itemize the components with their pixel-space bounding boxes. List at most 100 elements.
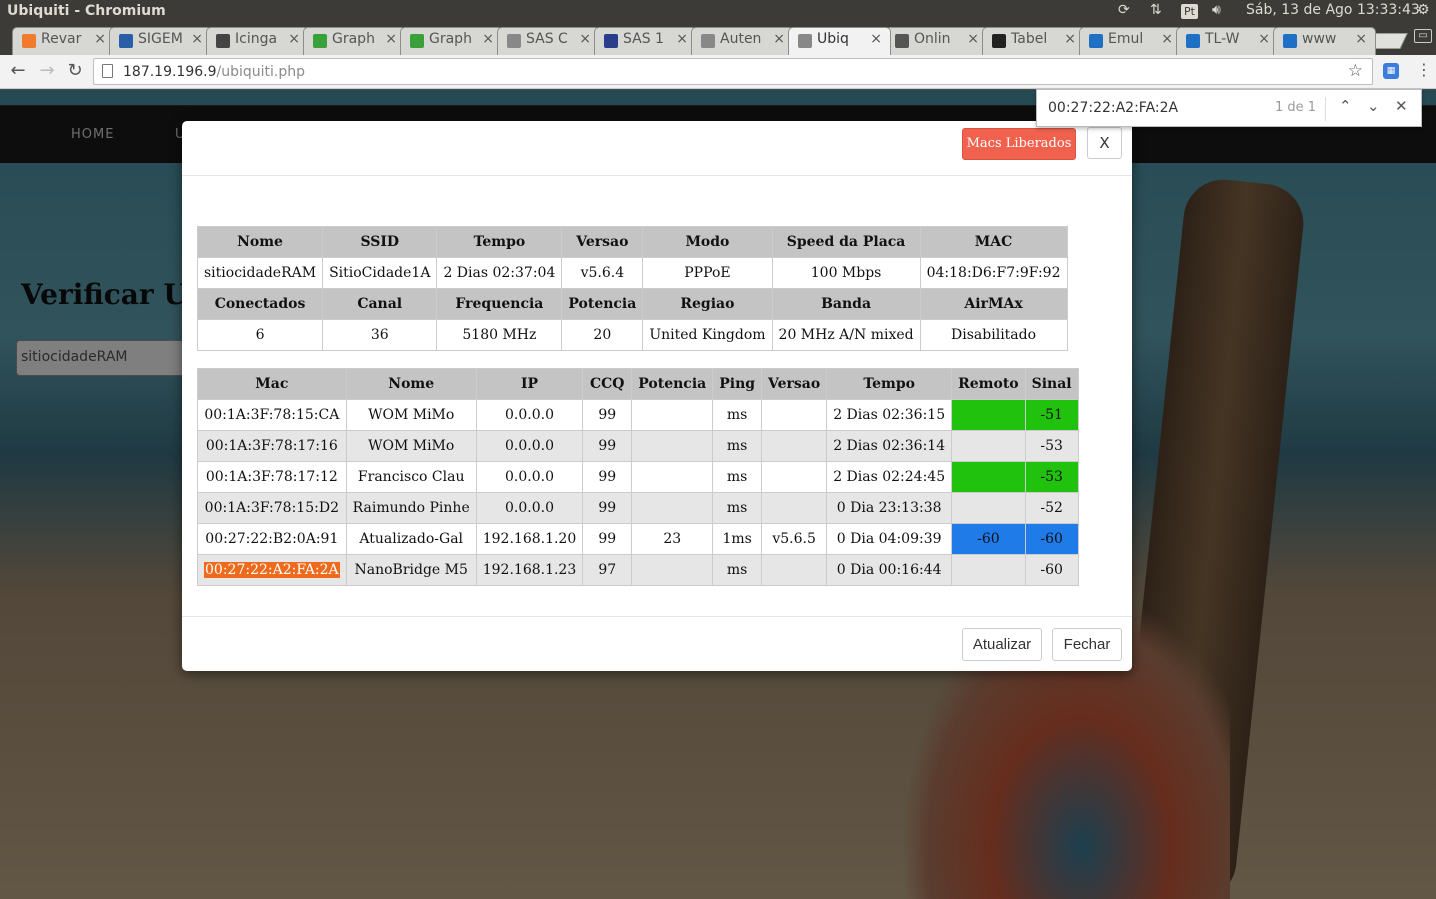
client-ccq-cell: 99 [582, 430, 633, 462]
fechar-button[interactable]: Fechar [1052, 628, 1122, 661]
client-ip-cell: 0.0.0.0 [475, 492, 584, 524]
client-ip-cell: 192.168.1.20 [475, 523, 584, 555]
client-sinal-cell: -60 [1024, 554, 1079, 586]
sync-icon[interactable]: ⟳ [1118, 2, 1130, 18]
forward-arrow-icon[interactable]: → [35, 60, 59, 84]
tab-close-icon[interactable]: × [288, 31, 300, 47]
tab-favicon-icon [410, 34, 424, 48]
keyboard-layout-indicator[interactable]: Pt [1181, 4, 1198, 19]
client-ccq-cell: 99 [582, 523, 633, 555]
tab-item[interactable]: Ubiq × [788, 27, 891, 55]
tab-close-icon[interactable]: × [870, 31, 882, 47]
client-sinal-cell: -52 [1024, 492, 1079, 524]
tab-item[interactable]: Graph × [400, 27, 503, 55]
tab-label: SIGEM [138, 31, 183, 47]
client-mac-cell[interactable]: 00:1A:3F:78:15:D2 [197, 492, 347, 524]
tab-label: TL-W [1205, 31, 1240, 47]
volume-icon[interactable]: 🔊︎ [1212, 2, 1221, 18]
tab-close-icon[interactable]: × [385, 31, 397, 47]
tab-close-icon[interactable]: × [579, 31, 591, 47]
table-row[interactable]: 00:1A:3F:78:15:CA WOM MiMo 0.0.0.0 99 ms 2 Di… [197, 399, 1079, 431]
back-arrow-icon[interactable]: ← [6, 60, 30, 84]
find-input[interactable]: 00:27:22:A2:FA:2A [1048, 100, 1178, 116]
tab-item[interactable]: SAS 1 × [594, 27, 697, 55]
window-restore-icon[interactable]: ▭ [1414, 29, 1432, 43]
bookmark-star-icon[interactable]: ☆ [1348, 61, 1363, 81]
client-tempo-cell: 0 Dia 04:09:39 [826, 523, 953, 555]
atualizar-button[interactable]: Atualizar [962, 628, 1042, 661]
network-icon[interactable]: ⇅ [1150, 2, 1162, 18]
client-ip-cell: 0.0.0.0 [475, 399, 584, 431]
info-header-cell: Potencia [561, 288, 644, 320]
clock[interactable]: Sáb, 13 de Ago 13:33:43 [1246, 2, 1420, 18]
table-row[interactable]: 00:1A:3F:78:17:16 WOM MiMo 0.0.0.0 99 ms 2 Di… [197, 430, 1079, 462]
modal-header: Macs Liberados X [182, 121, 1132, 176]
table-row[interactable]: 00:1A:3F:78:17:12 Francisco Clau 0.0.0.0 99… [197, 461, 1079, 493]
tab-close-icon[interactable]: × [1161, 31, 1173, 47]
settings-gear-icon[interactable]: ⚙ [1417, 2, 1430, 18]
client-mac-cell[interactable]: 00:1A:3F:78:15:CA [197, 399, 347, 431]
tab-item[interactable]: SIGEM × [109, 27, 212, 55]
tab-close-icon[interactable]: × [94, 31, 106, 47]
tab-close-icon[interactable]: × [191, 31, 203, 47]
address-bar[interactable]: 187.19.196.9/ubiquiti.php ☆ [93, 58, 1373, 85]
tab-item[interactable]: Auten × [691, 27, 794, 55]
client-mac-cell[interactable]: 00:27:22:B2:0A:91 [197, 523, 347, 555]
tab-close-icon[interactable]: × [1355, 31, 1367, 47]
info-value-cell: 36 [322, 319, 438, 351]
client-mac-cell[interactable]: 00:27:22:A2:FA:2A [197, 554, 347, 586]
find-next-icon[interactable]: ⌄ [1367, 97, 1380, 115]
client-versao-cell [761, 492, 828, 524]
macs-liberados-button[interactable]: Macs Liberados [962, 128, 1076, 160]
tab-item[interactable]: Graph × [303, 27, 406, 55]
table-row[interactable]: 00:1A:3F:78:15:D2 Raimundo Pinhe 0.0.0.0 99… [197, 492, 1079, 524]
translate-extension-icon[interactable]: ▦ [1383, 63, 1399, 79]
tab-close-icon[interactable]: × [1064, 31, 1076, 47]
tab-item[interactable]: Tabel × [982, 27, 1085, 55]
tab-item[interactable]: Emul × [1079, 27, 1182, 55]
info-header-cell: Versao [561, 226, 644, 258]
reload-icon[interactable]: ↻ [63, 60, 87, 84]
tab-close-icon[interactable]: × [1258, 31, 1270, 47]
tab-close-icon[interactable]: × [967, 31, 979, 47]
tab-favicon-icon [701, 34, 715, 48]
find-match-count: 1 de 1 [1275, 100, 1317, 115]
client-potencia-cell [631, 554, 714, 586]
menu-dots-icon[interactable]: ⋮ [1416, 60, 1432, 79]
client-mac-cell[interactable]: 00:1A:3F:78:17:16 [197, 430, 347, 462]
client-ip-cell: 0.0.0.0 [475, 430, 584, 462]
tab-item[interactable]: Onlin × [885, 27, 988, 55]
tab-label: Icinga [235, 31, 278, 47]
tab-item[interactable]: www × [1273, 27, 1376, 55]
close-button[interactable]: X [1087, 127, 1122, 159]
window-title: Ubiquiti - Chromium [7, 3, 166, 19]
find-close-icon[interactable]: ✕ [1395, 97, 1408, 115]
client-ip-cell: 0.0.0.0 [475, 461, 584, 493]
clients-header-cell: Remoto [951, 368, 1026, 400]
tab-close-icon[interactable]: × [482, 31, 494, 47]
info-value-cell: sitiocidadeRAM [196, 257, 324, 289]
client-remoto-cell [951, 430, 1026, 462]
browser-toolbar: ← → ↻ 187.19.196.9/ubiquiti.php ☆ ▦ ⋮ [0, 55, 1436, 89]
info-header-cell: Nome [196, 226, 324, 258]
client-mac-cell[interactable]: 00:1A:3F:78:17:12 [197, 461, 347, 493]
info-value-cell: 5180 MHz [436, 319, 563, 351]
tab-close-icon[interactable]: × [773, 31, 785, 47]
tab-item[interactable]: TL-W × [1176, 27, 1279, 55]
tab-label: Graph [429, 31, 472, 47]
info-header-cell: Frequencia [436, 288, 563, 320]
url-text[interactable]: 187.19.196.9/ubiquiti.php [123, 64, 305, 80]
find-previous-icon[interactable]: ⌃ [1339, 97, 1352, 115]
client-versao-cell [761, 399, 828, 431]
client-ping-cell: ms [712, 492, 763, 524]
client-versao-cell [761, 430, 828, 462]
tab-close-icon[interactable]: × [676, 31, 688, 47]
tab-item[interactable]: Icinga × [206, 27, 309, 55]
tab-label: Revar [41, 31, 82, 47]
table-row[interactable]: 00:27:22:B2:0A:91 Atualizado-Gal 192.168.1… [197, 523, 1079, 555]
tab-item[interactable]: Revar × [12, 27, 115, 55]
clients-header-cell: Ping [712, 368, 763, 400]
tab-item[interactable]: SAS C × [497, 27, 600, 55]
table-row[interactable]: 00:27:22:A2:FA:2A NanoBridge M5 192.168.1.… [197, 554, 1079, 586]
modal-footer: Atualizar Fechar [182, 616, 1132, 671]
